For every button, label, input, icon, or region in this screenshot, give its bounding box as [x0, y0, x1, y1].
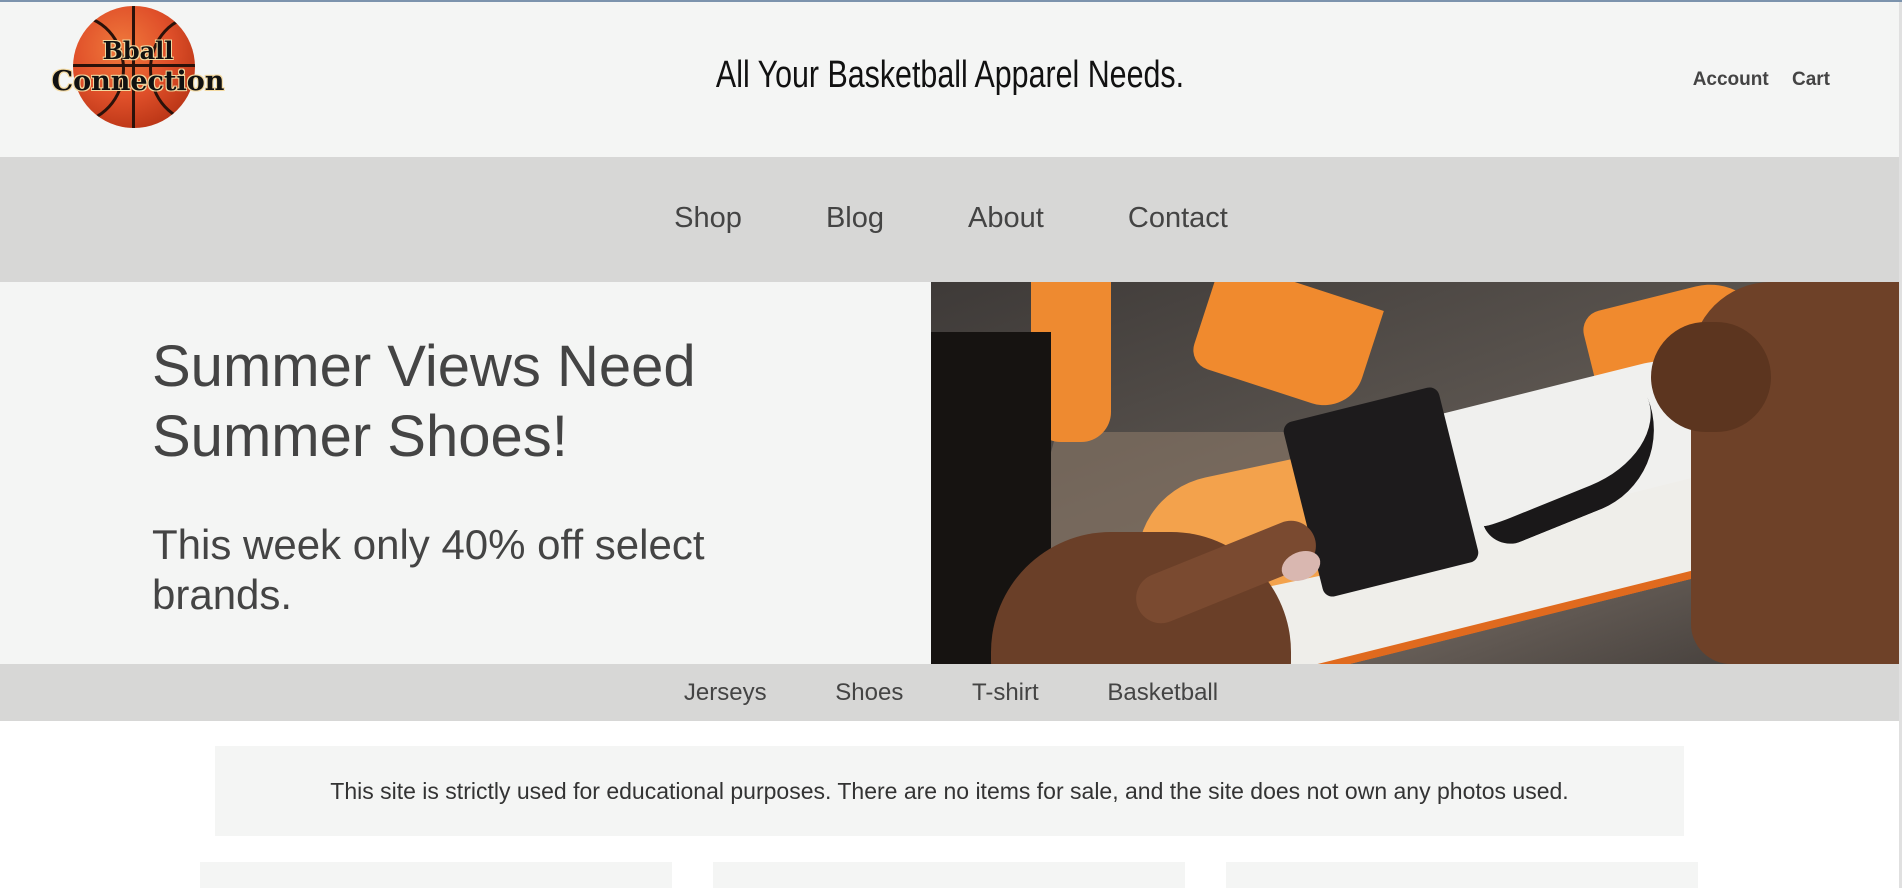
category-tshirt[interactable]: T-shirt	[972, 679, 1039, 707]
nav-item-contact[interactable]: Contact	[1128, 202, 1228, 235]
cart-link[interactable]: Cart	[1792, 69, 1830, 90]
hero-title-line2: Summer Shoes!	[152, 404, 568, 469]
header-links: Account Cart	[1675, 69, 1830, 91]
hero-subtitle: This week only 40% off select brands.	[152, 521, 705, 618]
hero-text-panel: Summer Views Need Summer Shoes! This wee…	[0, 282, 931, 664]
hero-title-line1: Summer Views Need	[152, 334, 696, 399]
main-nav: Shop Blog About Contact	[0, 157, 1902, 282]
site-header: Bball Connection All Your Basketball App…	[0, 2, 1902, 157]
category-shoes[interactable]: Shoes	[835, 679, 903, 707]
disclaimer-notice: This site is strictly used for education…	[215, 746, 1684, 836]
category-nav: Jerseys Shoes T-shirt Basketball	[0, 664, 1902, 721]
site-tagline: All Your Basketball Apparel Needs.	[715, 54, 1185, 96]
hero-title: Summer Views Need Summer Shoes!	[152, 332, 852, 472]
nav-item-blog[interactable]: Blog	[826, 202, 884, 235]
nav-item-about[interactable]: About	[968, 202, 1044, 235]
product-card[interactable]	[200, 862, 672, 888]
category-jerseys[interactable]: Jerseys	[684, 679, 767, 707]
disclaimer-text: This site is strictly used for education…	[330, 778, 1569, 804]
product-card[interactable]	[1226, 862, 1698, 888]
account-link[interactable]: Account	[1693, 69, 1769, 90]
product-card[interactable]	[713, 862, 1185, 888]
hero-sneaker-image	[931, 282, 1899, 664]
category-basketball[interactable]: Basketball	[1107, 679, 1218, 707]
nav-item-shop[interactable]: Shop	[674, 202, 742, 235]
